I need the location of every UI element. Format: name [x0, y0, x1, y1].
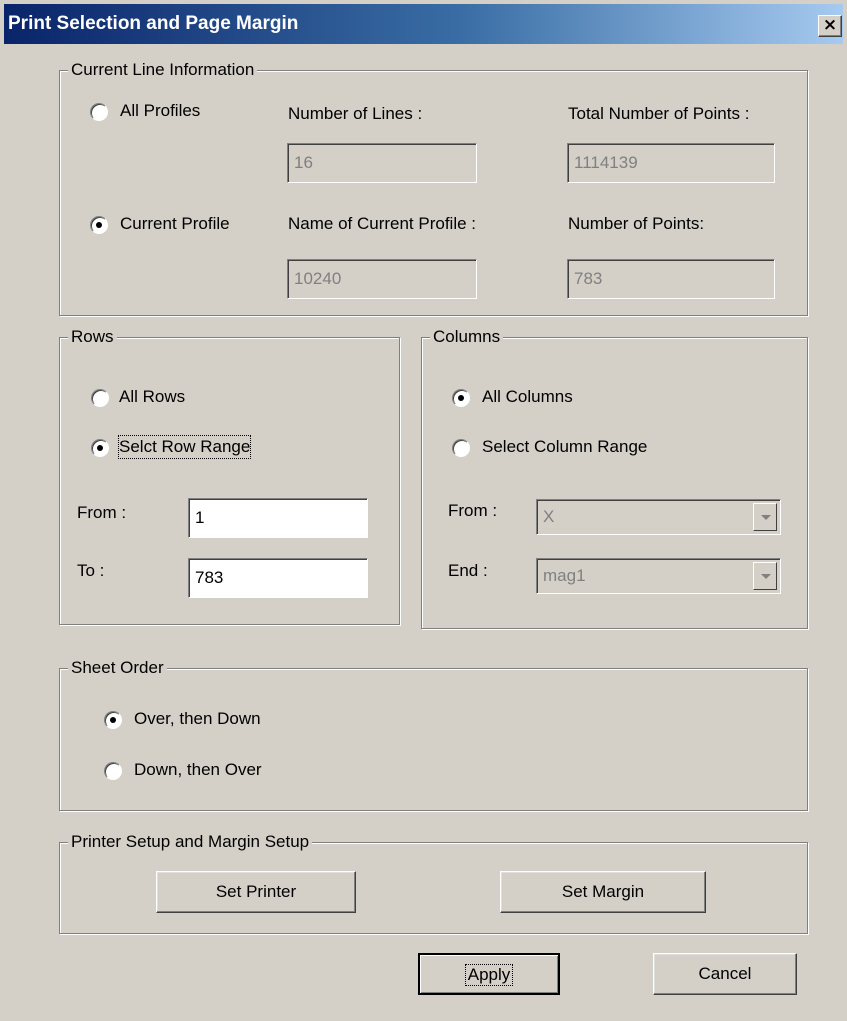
- apply-button[interactable]: Apply: [418, 953, 560, 995]
- row-range-radio[interactable]: [91, 439, 109, 457]
- columns-legend: Columns: [430, 327, 504, 347]
- column-end-select[interactable]: mag1: [536, 558, 781, 594]
- row-to-input[interactable]: 783: [188, 558, 368, 598]
- down-then-over-label[interactable]: Down, then Over: [134, 759, 262, 781]
- apply-label: Apply: [464, 964, 514, 986]
- set-printer-button[interactable]: Set Printer: [156, 871, 356, 913]
- over-then-down-label[interactable]: Over, then Down: [134, 708, 261, 730]
- column-range-label[interactable]: Select Column Range: [482, 436, 647, 458]
- cancel-label: Cancel: [698, 964, 752, 983]
- current-profile-label[interactable]: Current Profile: [120, 213, 230, 235]
- columns-group: Columns All Columns Select Column Range …: [421, 327, 808, 629]
- number-of-lines-label: Number of Lines :: [288, 104, 423, 123]
- sheet-order-legend: Sheet Order: [68, 658, 167, 678]
- row-range-label[interactable]: Selct Row Range: [117, 435, 252, 459]
- all-profiles-radio[interactable]: [90, 103, 108, 121]
- close-button[interactable]: ×: [818, 15, 842, 37]
- rows-legend: Rows: [68, 327, 117, 347]
- down-then-over-radio[interactable]: [104, 762, 122, 780]
- printer-setup-legend: Printer Setup and Margin Setup: [68, 832, 313, 852]
- cancel-button[interactable]: Cancel: [653, 953, 797, 995]
- set-printer-label: Set Printer: [215, 882, 297, 901]
- total-points-field: 1114139: [567, 143, 775, 183]
- profile-name-field: 10240: [287, 259, 477, 299]
- set-margin-button[interactable]: Set Margin: [500, 871, 706, 913]
- row-from-input[interactable]: 1: [188, 498, 368, 538]
- printer-setup-group: Printer Setup and Margin Setup Set Print…: [59, 832, 808, 934]
- row-to-label: To :: [77, 561, 105, 580]
- row-from-label: From :: [77, 503, 127, 522]
- window-title: Print Selection and Page Margin: [8, 13, 299, 34]
- set-margin-label: Set Margin: [561, 882, 645, 901]
- current-line-group: Current Line Information All Profiles Nu…: [59, 60, 808, 316]
- all-profiles-label[interactable]: All Profiles: [120, 100, 200, 122]
- all-columns-label[interactable]: All Columns: [482, 386, 573, 408]
- chevron-down-icon[interactable]: [753, 562, 777, 590]
- all-rows-radio[interactable]: [91, 389, 109, 407]
- all-columns-radio[interactable]: [452, 389, 470, 407]
- number-of-points-field: 783: [567, 259, 775, 299]
- over-then-down-radio[interactable]: [104, 711, 122, 729]
- column-end-value: mag1: [543, 566, 586, 585]
- current-line-legend: Current Line Information: [68, 60, 258, 80]
- number-of-points-label: Number of Points:: [568, 214, 705, 233]
- column-from-select[interactable]: X: [536, 499, 781, 535]
- chevron-down-icon[interactable]: [753, 503, 777, 531]
- print-selection-dialog: Print Selection and Page Margin × Curren…: [0, 0, 847, 1021]
- column-from-label: From :: [448, 501, 498, 520]
- column-from-value: X: [543, 507, 555, 526]
- number-of-lines-field: 16: [287, 143, 477, 183]
- current-profile-radio[interactable]: [90, 216, 108, 234]
- rows-group: Rows All Rows Selct Row Range From : 1 T…: [59, 327, 400, 625]
- sheet-order-group: Sheet Order Over, then Down Down, then O…: [59, 658, 808, 811]
- title-bar[interactable]: Print Selection and Page Margin ×: [4, 4, 843, 44]
- close-icon: ×: [822, 15, 838, 35]
- profile-name-label: Name of Current Profile :: [288, 214, 477, 233]
- total-points-label: Total Number of Points :: [568, 104, 750, 123]
- all-rows-label[interactable]: All Rows: [119, 386, 185, 408]
- column-range-radio[interactable]: [452, 439, 470, 457]
- column-end-label: End :: [448, 561, 488, 580]
